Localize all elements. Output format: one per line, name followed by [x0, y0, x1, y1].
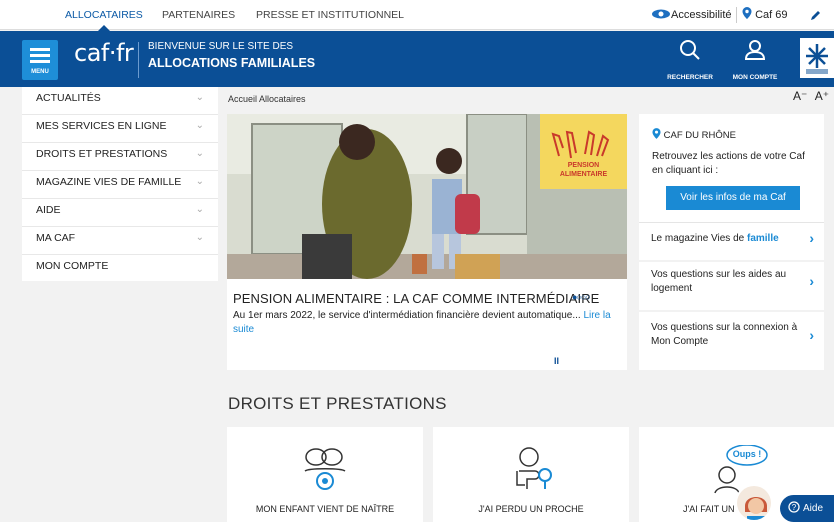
menu-button[interactable]: MENU	[22, 40, 58, 80]
user-icon	[744, 40, 766, 60]
card-naissance[interactable]: MON ENFANT VIENT DE NAÎTRE	[227, 427, 423, 522]
caf-info-button[interactable]: Voir les infos de ma Caf	[666, 186, 800, 210]
hero-badge-line-2: ALIMENTAIRE	[559, 171, 608, 178]
chevron-right-icon: ›	[809, 327, 814, 343]
chevron-down-icon: ⌄	[195, 120, 204, 131]
chevron-down-icon: ⌄	[195, 148, 204, 159]
link-connexion-text: Vos questions sur la connexion à Mon Com…	[651, 322, 798, 347]
search-icon	[680, 40, 700, 60]
section-title: DROITS ET PRESTATIONS	[228, 394, 447, 413]
sidebar-item-services[interactable]: MES SERVICES EN LIGNE ⌄	[22, 115, 218, 143]
sidebar-item-label: MAGAZINE VIES DE FAMILLE	[36, 176, 182, 188]
accessibility-link[interactable]: Accessibilité	[651, 0, 732, 30]
caf-box-title-text: CAF DU RHÔNE	[663, 130, 736, 141]
card-label: MON ENFANT VIENT DE NAÎTRE	[255, 504, 395, 514]
divider	[736, 7, 737, 23]
assistant-avatar[interactable]	[735, 484, 773, 522]
tab-allocataires[interactable]: ALLOCATAIRES	[65, 0, 143, 31]
sidebar-item-actualites[interactable]: ACTUALITÉS ⌄	[22, 87, 218, 115]
hero-photo	[227, 114, 627, 279]
sidebar-item-droits[interactable]: DROITS ET PRESTATIONS ⌄	[22, 143, 218, 171]
caf-box-title: CAF DU RHÔNE	[652, 128, 736, 141]
link-magazine[interactable]: Le magazine Vies de famille ›	[639, 222, 824, 260]
caf-box-text: Retrouvez les actions de votre Caf en cl…	[652, 151, 805, 176]
caf-logo[interactable]: caf·fr	[74, 39, 134, 67]
font-decrease-button[interactable]: A⁻	[793, 89, 807, 103]
link-magazine-bold: famille	[747, 233, 779, 244]
link-magazine-label: Le magazine Vies de	[651, 233, 747, 244]
caf-info-box: CAF DU RHÔNE Retrouvez les actions de vo…	[639, 114, 824, 222]
sidebar-nav: ACTUALITÉS ⌄ MES SERVICES EN LIGNE ⌄ DROIT…	[22, 87, 218, 281]
welcome-line-1: BIENVENUE SUR LE SITE DES	[148, 41, 294, 52]
tab-presse[interactable]: PRESSE ET INSTITUTIONNEL	[256, 0, 404, 30]
tab-partenaires[interactable]: PARTENAIRES	[162, 0, 235, 30]
link-logement[interactable]: Vos questions sur les aides au logement …	[639, 262, 824, 310]
account-button[interactable]: MON COMPTE	[720, 35, 790, 83]
accessibility-label: Accessibilité	[671, 9, 732, 21]
chevron-right-icon: ›	[809, 273, 814, 289]
grief-icon	[516, 447, 552, 489]
carousel-dots[interactable]: ●○○○	[572, 292, 591, 302]
hero-image[interactable]: PENSION ALIMENTAIRE	[227, 114, 627, 279]
sidebar-item-label: MES SERVICES EN LIGNE	[36, 120, 167, 132]
top-nav-bar: ALLOCATAIRES PARTENAIRES PRESSE ET INSTI…	[0, 0, 834, 31]
chevron-down-icon: ⌄	[195, 176, 204, 187]
link-magazine-text: Le magazine Vies de famille	[651, 232, 801, 246]
sidebar-item-ma-caf[interactable]: MA CAF ⌄	[22, 227, 218, 255]
hero-badge-line-1: PENSION	[567, 162, 600, 169]
logo-divider	[138, 42, 139, 78]
menu-label: MENU	[31, 69, 49, 75]
snowflake-icon	[802, 40, 832, 76]
caf-location-link[interactable]: Caf 69	[742, 0, 787, 30]
breadcrumb[interactable]: Accueil Allocataires	[228, 94, 306, 104]
link-connexion[interactable]: Vos questions sur la connexion à Mon Com…	[639, 312, 824, 370]
sidebar-item-label: ACTUALITÉS	[36, 92, 101, 104]
welcome-line-2: ALLOCATIONS FAMILIALES	[148, 56, 316, 70]
hero-carousel: PENSION ALIMENTAIRE PENSION ALIMENTAIRE …	[227, 114, 627, 370]
sidebar-item-mon-compte[interactable]: MON COMPTE	[22, 255, 218, 283]
caf-location-label: Caf 69	[755, 9, 788, 21]
sidebar-item-magazine[interactable]: MAGAZINE VIES DE FAMILLE ⌄	[22, 171, 218, 199]
pencil-icon[interactable]	[810, 9, 822, 21]
question-icon: ?	[788, 501, 800, 513]
chevron-down-icon: ⌄	[195, 92, 204, 103]
search-label: RECHERCHER	[667, 74, 713, 81]
card-label: J'AI PERDU UN PROCHE	[478, 504, 584, 514]
sidebar-item-label: MA CAF	[36, 232, 76, 244]
oups-bubble-text: Oups !	[732, 449, 762, 459]
eye-icon	[652, 9, 670, 19]
chevron-down-icon: ⌄	[195, 204, 204, 215]
font-increase-button[interactable]: A⁺	[815, 89, 829, 103]
font-size-controls: A⁻ A⁺	[793, 89, 829, 103]
hero-title[interactable]: PENSION ALIMENTAIRE : LA CAF COMME INTER…	[233, 291, 599, 306]
map-pin-icon	[652, 128, 661, 139]
card-deces[interactable]: J'AI PERDU UN PROCHE	[433, 427, 629, 522]
help-button[interactable]: ? Aide	[780, 495, 834, 522]
map-pin-icon	[742, 7, 752, 19]
chevron-right-icon: ›	[809, 230, 814, 246]
sidebar-item-label: DROITS ET PRESTATIONS	[36, 148, 168, 160]
sidebar-item-label: MON COMPTE	[36, 260, 109, 272]
help-label: Aide	[803, 503, 824, 514]
svg-text:?: ?	[792, 503, 797, 512]
baby-icon	[304, 448, 346, 490]
sidebar-item-label: AIDE	[36, 204, 61, 216]
chevron-down-icon: ⌄	[195, 232, 204, 243]
account-label: MON COMPTE	[732, 74, 778, 81]
search-button[interactable]: RECHERCHER	[655, 35, 725, 83]
hero-text: Au 1er mars 2022, le service d'intermédi…	[233, 310, 581, 321]
hero-description: Au 1er mars 2022, le service d'intermédi…	[233, 309, 623, 337]
link-logement-text: Vos questions sur les aides au logement	[651, 269, 787, 294]
republique-logo	[800, 38, 834, 78]
pause-icon[interactable]: II	[554, 356, 559, 366]
sidebar-item-aide[interactable]: AIDE ⌄	[22, 199, 218, 227]
